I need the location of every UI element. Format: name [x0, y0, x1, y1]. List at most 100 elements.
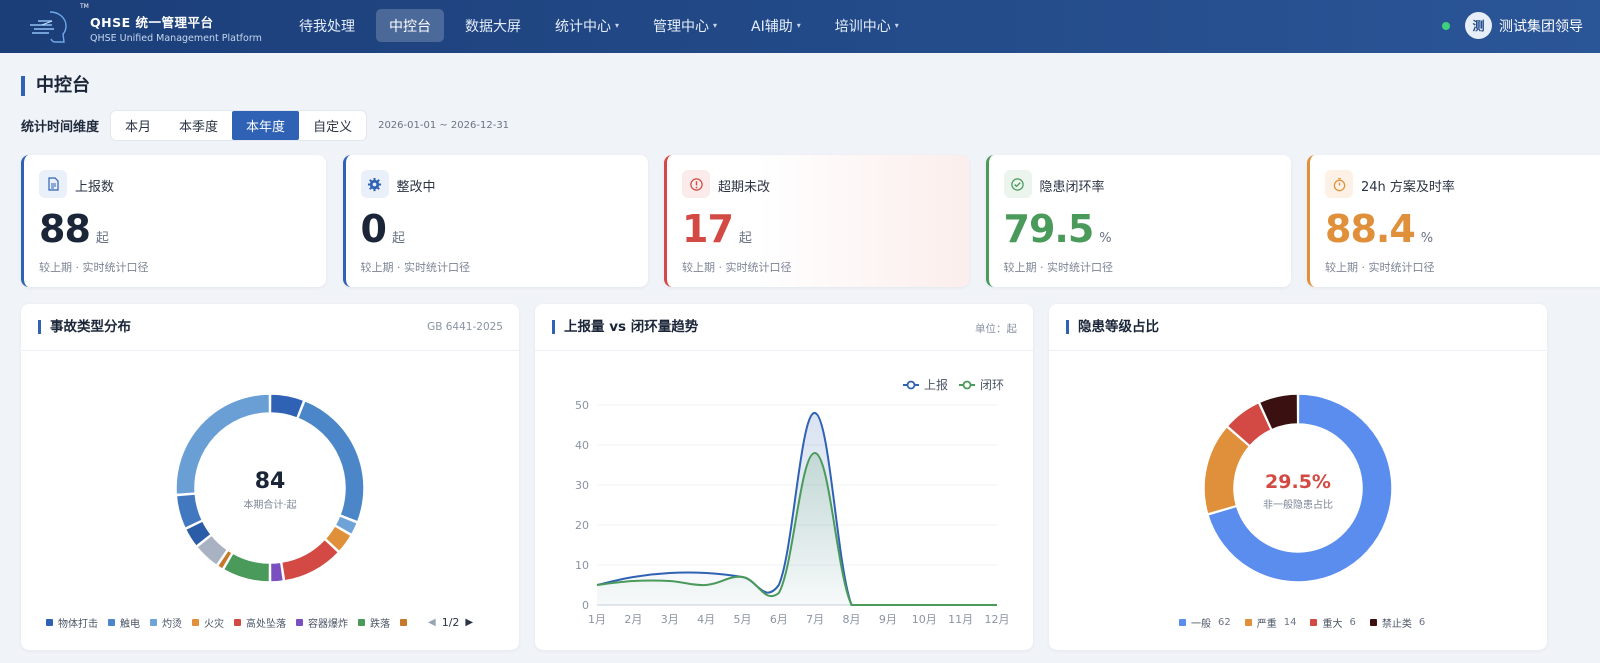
donut-center-value: 29.5%: [1265, 471, 1331, 493]
legend-swatch: [150, 619, 157, 626]
legend-item[interactable]: 一般 62: [1179, 615, 1231, 630]
series-area-闭环: [597, 452, 997, 605]
legend-item[interactable]: 重大 6: [1310, 615, 1356, 630]
legend-label: 触电: [120, 619, 140, 630]
x-tick-label: 5月: [733, 613, 751, 626]
nav-item-1[interactable]: 中控台: [376, 9, 444, 42]
trademark-mark: TM: [80, 3, 89, 10]
legend-swatch: [192, 619, 199, 626]
nav-item-2[interactable]: 数据大屏: [452, 9, 534, 42]
pie-slice-跌落[interactable]: [222, 552, 271, 583]
donut-center-label: 非一般隐患占比: [1263, 498, 1333, 511]
kpi-compare: 较上期 · 实时统计口径: [39, 261, 149, 274]
brand-subtitle: QHSE Unified Management Platform: [90, 33, 262, 44]
legend-swatch: [1310, 619, 1318, 626]
range-option-0[interactable]: 本月: [111, 111, 165, 140]
next-page-icon[interactable]: ▶: [465, 617, 473, 628]
y-tick-label: 50: [575, 399, 589, 412]
range-option-2[interactable]: 本年度: [232, 111, 300, 140]
legend-swatch: [1244, 619, 1252, 626]
legend-item[interactable]: 跌落: [358, 615, 390, 630]
chevron-down-icon: ▾: [894, 21, 899, 30]
date-range-text: 2026-01-01 ~ 2026-12-31: [378, 120, 510, 131]
kpi-compare: 较上期 · 实时统计口径: [1003, 261, 1114, 274]
prev-page-icon[interactable]: ◀: [428, 617, 436, 628]
legend-item[interactable]: 触电: [108, 615, 140, 630]
kpi-name: 隐患闭环率: [1039, 180, 1105, 195]
legend-value: 6: [1349, 617, 1356, 628]
nav-item-6[interactable]: 培训中心 ▾: [822, 9, 912, 42]
legend-item[interactable]: [400, 619, 412, 626]
pie-slice-高处坠落[interactable]: [280, 538, 340, 582]
legend-label: 禁止类: [1381, 619, 1412, 630]
kpi-unit: 起: [95, 231, 109, 246]
user-name[interactable]: 测试集团领导: [1499, 16, 1583, 36]
legend-item[interactable]: 容器爆炸: [296, 615, 348, 630]
donut-center-value: 84: [255, 469, 286, 494]
main-nav: 待我处理 中控台 数据大屏 统计中心 ▾ 管理中心 ▾ AI辅助 ▾ 培训中心 ▾: [286, 9, 912, 42]
kpi-card: 24h 方案及时率 88.4% 较上期 · 实时统计口径: [1307, 155, 1600, 287]
top-bar: TM QHSE 统一管理平台 QHSE Unified Management P…: [0, 0, 1600, 53]
range-option-1[interactable]: 本季度: [165, 111, 232, 140]
kpi-card: 隐患闭环率 79.5% 较上期 · 实时统计口径: [985, 155, 1291, 287]
legend-value: 62: [1218, 617, 1231, 628]
range-option-3[interactable]: 自定义: [299, 111, 366, 140]
chevron-down-icon: ▾: [713, 21, 718, 30]
legend-item[interactable]: 物体打击: [46, 615, 98, 630]
legend-item[interactable]: 火灾: [192, 615, 224, 630]
legend-label[interactable]: 闭环: [980, 378, 1004, 392]
legend-swatch: [1369, 619, 1377, 626]
x-tick-label: 9月: [879, 613, 897, 626]
time-range-bar: 统计时间维度 本月 本季度 本年度 自定义 2026-01-01 ~ 2026-12-…: [21, 111, 509, 140]
y-tick-label: 20: [575, 519, 589, 532]
x-tick-label: 2月: [624, 613, 642, 626]
legend-swatch: [108, 619, 115, 626]
kpi-value-number: 88.4: [1325, 207, 1416, 251]
nav-item-5[interactable]: AI辅助 ▾: [738, 9, 814, 42]
kpi-name: 24h 方案及时率: [1361, 180, 1455, 195]
legend-item[interactable]: 禁止类 6: [1369, 615, 1425, 630]
kpi-value: 88 起: [39, 207, 109, 251]
legend-label: 重大: [1322, 619, 1343, 630]
legend-label: 高处坠落: [246, 619, 286, 630]
kpi-compare: 较上期 · 实时统计口径: [682, 261, 792, 274]
chevron-down-icon: ▾: [796, 21, 801, 30]
panel-header: 事故类型分布 GB 6441-2025: [21, 304, 519, 351]
check-circle-icon: [1003, 170, 1032, 198]
kpi-value: 79.5%: [1004, 207, 1112, 251]
panel-note: GB 6441-2025: [427, 321, 503, 333]
kpi-name: 上报数: [75, 180, 115, 195]
trend-panel: 上报量 vs 闭环量趋势 单位：起 0 10 20 30 40 50 1月 2月 3月 4月 5月 6…: [535, 304, 1033, 650]
legend-label[interactable]: 上报: [924, 377, 948, 392]
panel-title: 隐患等级占比: [1066, 320, 1159, 334]
nav-item-3[interactable]: 统计中心 ▾: [542, 9, 632, 42]
kpi-name: 超期未改: [718, 180, 771, 195]
logo-icon[interactable]: [28, 8, 74, 46]
y-tick-label: 30: [575, 479, 589, 492]
x-tick-label: 8月: [843, 613, 861, 626]
hazard-level-panel: 隐患等级占比 29.5% 非一般隐患占比 一般 62 严重 14 重大 6 禁止类 6: [1049, 304, 1547, 650]
legend-item[interactable]: 灼烫: [150, 615, 182, 630]
x-tick-label: 12月: [985, 613, 1010, 626]
panel-title: 事故类型分布: [38, 320, 131, 334]
legend-swatch: [234, 619, 241, 626]
accident-type-panel: 事故类型分布 GB 6441-2025 84 本期合计·起 物体打击 触电 灼烫 火灾 高…: [21, 304, 519, 650]
pie-slice-触电[interactable]: [296, 399, 365, 523]
hazard-level-legend: 一般 62 严重 14 重大 6 禁止类 6: [1179, 615, 1439, 630]
legend-label: 火灾: [204, 619, 224, 630]
panel-header: 隐患等级占比: [1049, 304, 1547, 351]
nav-item-0[interactable]: 待我处理: [286, 9, 368, 42]
kpi-unit: 起: [738, 231, 752, 246]
y-tick-label: 0: [582, 599, 589, 612]
page-title: 中控台: [21, 76, 90, 96]
nav-item-4[interactable]: 管理中心 ▾: [640, 9, 730, 42]
panel-title: 上报量 vs 闭环量趋势: [552, 320, 698, 334]
legend-item[interactable]: 高处坠落: [234, 615, 286, 630]
y-tick-label: 10: [575, 559, 589, 572]
pie-slice-容器爆炸[interactable]: [269, 561, 285, 583]
legend-swatch: [400, 619, 407, 626]
legend-swatch: [46, 619, 53, 626]
avatar[interactable]: 测: [1465, 12, 1492, 39]
legend-item[interactable]: 严重 14: [1244, 615, 1296, 630]
nav-item-label: 管理中心: [653, 18, 710, 35]
